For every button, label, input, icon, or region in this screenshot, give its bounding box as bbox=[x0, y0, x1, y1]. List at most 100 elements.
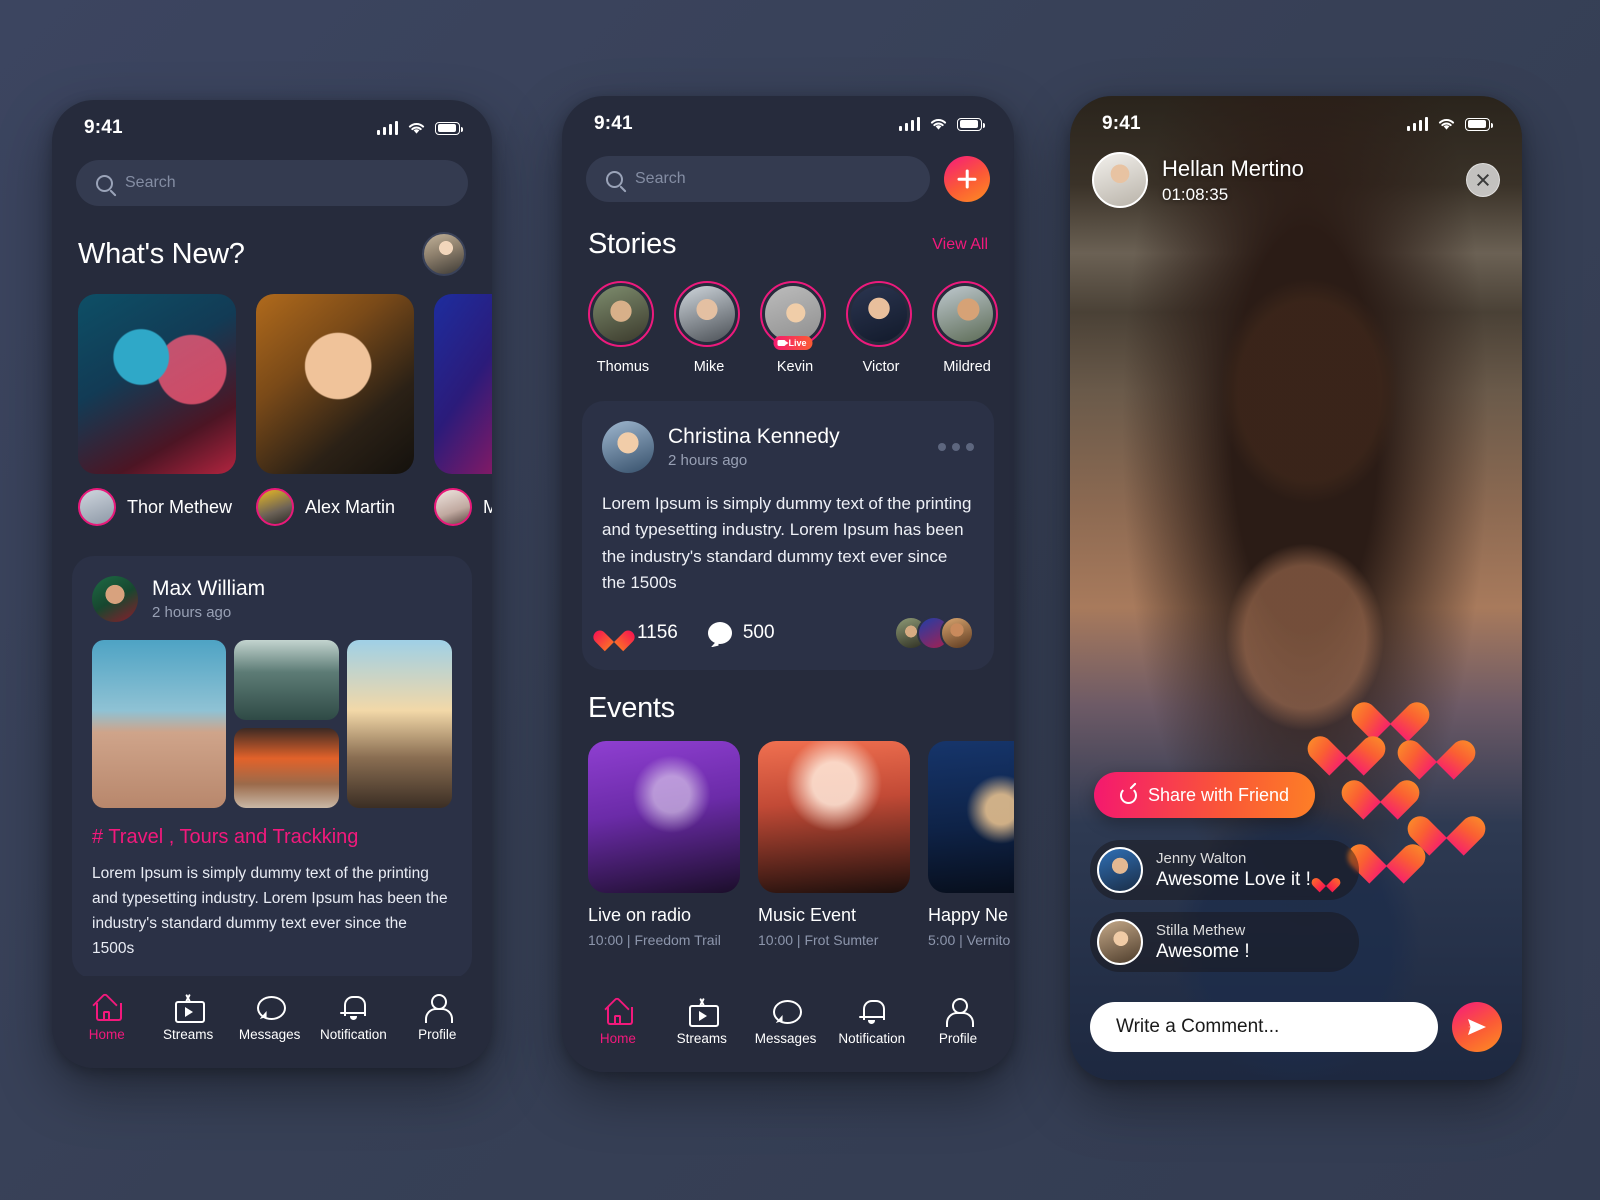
post-photo-grid[interactable] bbox=[92, 640, 452, 808]
whats-new-photo bbox=[78, 294, 236, 474]
comment-author: Stilla Methew bbox=[1156, 921, 1246, 939]
add-post-button[interactable] bbox=[944, 156, 990, 202]
heart-icon bbox=[1364, 828, 1410, 870]
search-bar[interactable] bbox=[76, 160, 468, 206]
live-comment[interactable]: Stilla Methew Awesome ! bbox=[1090, 912, 1359, 972]
reactor-avatars[interactable] bbox=[894, 616, 974, 651]
avatar[interactable] bbox=[602, 421, 654, 473]
post-body: Lorem Ipsum is simply dummy text of the … bbox=[602, 494, 972, 593]
story-item[interactable]: Thomus bbox=[588, 281, 658, 375]
battery-icon bbox=[1465, 117, 1493, 131]
send-button[interactable] bbox=[1452, 1002, 1502, 1052]
nav-item-notification[interactable]: Notification bbox=[838, 998, 905, 1046]
event-card[interactable]: Music Event 10:00 | Frot Sumter bbox=[758, 741, 910, 948]
post-card: Christina Kennedy 2 hours ago Lorem Ipsu… bbox=[582, 401, 994, 671]
profile-avatar[interactable] bbox=[422, 232, 466, 276]
nav-item-messages[interactable]: Messages bbox=[755, 998, 817, 1046]
avatar[interactable] bbox=[92, 576, 138, 622]
chat-icon bbox=[256, 994, 286, 1020]
nav-item-streams[interactable]: Streams bbox=[157, 993, 219, 1042]
nav-item-streams[interactable]: Streams bbox=[671, 997, 733, 1046]
whats-new-user[interactable]: Mon bbox=[434, 488, 492, 526]
whats-new-card[interactable]: Mon bbox=[434, 294, 492, 526]
battery-icon bbox=[435, 121, 463, 135]
story-item[interactable]: Mildred bbox=[932, 281, 1002, 375]
video-camera-icon bbox=[777, 340, 789, 346]
events-header: Events bbox=[562, 670, 1014, 725]
comment-text-row: Awesome Love it ! bbox=[1156, 869, 1335, 891]
comment-action[interactable]: 500 bbox=[707, 622, 775, 645]
bottom-navigation: Home Streams Messages Notification Profi… bbox=[562, 980, 1014, 1072]
whats-new-card[interactable]: Thor Methew bbox=[78, 294, 236, 526]
comment-author: Jenny Walton bbox=[1156, 849, 1247, 867]
broadcaster-avatar[interactable] bbox=[1092, 152, 1148, 208]
event-card[interactable]: Happy Ne 5:00 | Vernito bbox=[928, 741, 1014, 948]
search-bar[interactable] bbox=[586, 156, 930, 202]
close-icon[interactable] bbox=[1466, 163, 1500, 197]
whats-new-user[interactable]: Alex Martin bbox=[256, 488, 414, 526]
post-photo[interactable] bbox=[92, 640, 227, 808]
status-time: 9:41 bbox=[84, 117, 123, 138]
post-author: Max William bbox=[152, 577, 266, 600]
view-all-link[interactable]: View All bbox=[932, 236, 988, 254]
live-timer: 01:08:35 bbox=[1162, 184, 1229, 204]
whats-new-card[interactable]: Alex Martin bbox=[256, 294, 414, 526]
user-icon bbox=[944, 998, 975, 1027]
story-ring bbox=[932, 281, 998, 347]
nav-item-profile[interactable]: Profile bbox=[927, 998, 989, 1046]
live-comments-list: Jenny Walton Awesome Love it ! Stilla Me… bbox=[1090, 840, 1359, 972]
stories-carousel[interactable]: Thomus Mike Live Kevin Victor Mildred bbox=[562, 261, 1014, 375]
avatar bbox=[593, 286, 649, 342]
story-ring bbox=[588, 281, 654, 347]
avatar bbox=[1097, 847, 1143, 893]
post-photo[interactable] bbox=[234, 640, 340, 720]
heart-icon bbox=[1358, 764, 1404, 806]
post-photo[interactable] bbox=[347, 640, 452, 808]
live-comment[interactable]: Jenny Walton Awesome Love it ! bbox=[1090, 840, 1359, 900]
story-name: Kevin bbox=[776, 359, 814, 375]
story-name: Victor bbox=[862, 359, 900, 375]
whats-new-header: What's New? bbox=[52, 206, 492, 276]
nav-item-home[interactable]: Home bbox=[587, 998, 649, 1046]
comment-bar bbox=[1090, 1002, 1502, 1052]
avatar bbox=[851, 286, 907, 342]
events-title: Events bbox=[588, 692, 675, 725]
whats-new-user[interactable]: Thor Methew bbox=[78, 488, 236, 526]
search-input[interactable] bbox=[125, 174, 448, 192]
heart-icon bbox=[1424, 800, 1470, 842]
more-options-icon[interactable] bbox=[938, 443, 974, 451]
like-action[interactable]: 1156 bbox=[602, 622, 678, 644]
event-photo bbox=[928, 741, 1014, 894]
story-item-live[interactable]: Live Kevin bbox=[760, 281, 830, 375]
search-input[interactable] bbox=[635, 170, 910, 188]
nav-item-notification[interactable]: Notification bbox=[320, 994, 387, 1042]
home-icon bbox=[93, 994, 122, 1021]
post-card: Max William 2 hours ago # Travel , Tours… bbox=[72, 556, 472, 980]
send-icon bbox=[1468, 1019, 1486, 1035]
page-title: What's New? bbox=[78, 237, 245, 270]
event-card[interactable]: Live on radio 10:00 | Freedom Trail bbox=[588, 741, 740, 948]
post-author: Christina Kennedy bbox=[668, 425, 840, 448]
comment-input[interactable] bbox=[1090, 1002, 1438, 1052]
comment-bubble-icon bbox=[707, 622, 732, 645]
nav-item-messages[interactable]: Messages bbox=[239, 994, 301, 1042]
post-hashtag[interactable]: # Travel , Tours and Trackking bbox=[92, 826, 452, 849]
avatar bbox=[434, 488, 472, 526]
story-item[interactable]: Mike bbox=[674, 281, 744, 375]
whats-new-carousel[interactable]: Thor Methew Alex Martin Mon bbox=[52, 276, 492, 526]
nav-item-profile[interactable]: Profile bbox=[406, 994, 468, 1042]
story-ring: Live bbox=[760, 281, 826, 350]
post-photo[interactable] bbox=[234, 728, 340, 808]
story-name: Thomus bbox=[596, 359, 650, 375]
mockup-canvas: 9:41 What's New? bbox=[0, 0, 1600, 1200]
nav-item-home[interactable]: Home bbox=[76, 994, 138, 1042]
story-ring bbox=[674, 281, 740, 347]
heart-icon bbox=[1318, 872, 1335, 887]
share-with-friend-button[interactable]: Share with Friend bbox=[1094, 772, 1316, 818]
status-indicators bbox=[898, 117, 985, 131]
event-photo bbox=[758, 741, 910, 894]
events-carousel[interactable]: Live on radio 10:00 | Freedom Trail Musi… bbox=[562, 725, 1014, 948]
live-badge: Live bbox=[773, 336, 813, 350]
tv-icon bbox=[174, 993, 206, 1023]
story-item[interactable]: Victor bbox=[846, 281, 916, 375]
